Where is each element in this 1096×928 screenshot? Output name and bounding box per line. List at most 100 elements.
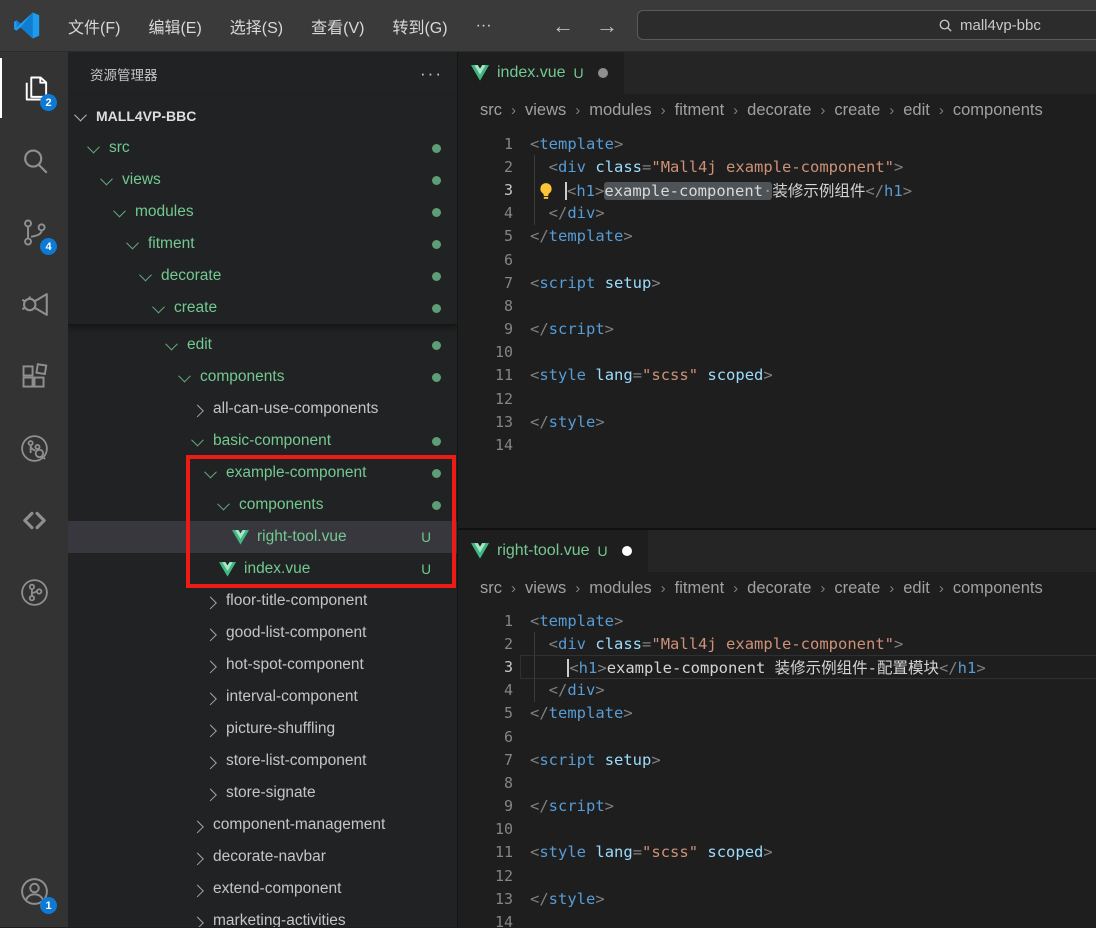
code-line-11[interactable]: 11<style lang="scss" scoped> — [458, 841, 1096, 864]
code-line-6[interactable]: 6 — [458, 725, 1096, 748]
breadcrumb-src[interactable]: src — [480, 579, 502, 598]
code-line-9[interactable]: 9</script> — [458, 318, 1096, 341]
tree-row-decorate[interactable]: decorate — [68, 260, 457, 292]
code-line-8[interactable]: 8 — [458, 771, 1096, 794]
tree-row-modules[interactable]: modules — [68, 196, 457, 228]
tree-row-src[interactable]: src — [68, 132, 457, 164]
line-number: 12 — [458, 867, 513, 885]
line-number: 5 — [458, 704, 513, 722]
lightbulb-icon[interactable] — [536, 182, 556, 200]
tree-row-hot-spot-component[interactable]: hot-spot-component — [68, 649, 457, 681]
breadcrumb-create[interactable]: create — [834, 579, 880, 598]
run-debug-icon[interactable] — [0, 268, 68, 340]
tree-row-floor-title-component[interactable]: floor-title-component — [68, 585, 457, 617]
tree-row-store-list-component[interactable]: store-list-component — [68, 745, 457, 777]
breadcrumb-fitment[interactable]: fitment — [675, 101, 725, 120]
breadcrumb-views[interactable]: views — [525, 101, 566, 120]
tree-row-store-signate[interactable]: store-signate — [68, 777, 457, 809]
tree-row-views[interactable]: views — [68, 164, 457, 196]
code-line-8[interactable]: 8 — [458, 294, 1096, 317]
search-icon[interactable] — [0, 124, 68, 196]
tree-row-extend-component[interactable]: extend-component — [68, 873, 457, 905]
tree-row-create[interactable]: create — [68, 292, 457, 324]
code-line-1[interactable]: 1<template> — [458, 609, 1096, 632]
code-line-5[interactable]: 5</template> — [458, 702, 1096, 725]
code-line-11[interactable]: 11<style lang="scss" scoped> — [458, 364, 1096, 387]
breadcrumb-fitment[interactable]: fitment — [675, 579, 725, 598]
code-line-14[interactable]: 14 — [458, 910, 1096, 928]
tree-row-marketing-activities[interactable]: marketing-activities — [68, 905, 457, 927]
tree-row-picture-shuffling[interactable]: picture-shuffling — [68, 713, 457, 745]
breadcrumb-modules[interactable]: modules — [589, 101, 651, 120]
code-tags-icon[interactable] — [0, 484, 68, 556]
extensions-icon[interactable] — [0, 340, 68, 412]
breadcrumb-edit[interactable]: edit — [903, 579, 930, 598]
code-line-9[interactable]: 9</script> — [458, 795, 1096, 818]
source-control-icon[interactable]: 4 — [0, 196, 68, 268]
code-line-3[interactable]: 3 <h1>example-component 装修示例组件-配置模块</h1> — [458, 655, 1096, 678]
tree-row-basic-component[interactable]: basic-component — [68, 425, 457, 457]
code-line-10[interactable]: 10 — [458, 818, 1096, 841]
tree-label: basic-component — [213, 432, 331, 450]
tree-label: extend-component — [213, 880, 341, 898]
tree-row-MALL4VP-BBC[interactable]: MALL4VP-BBC — [68, 100, 457, 132]
code-line-6[interactable]: 6 — [458, 248, 1096, 271]
code-line-14[interactable]: 14 — [458, 433, 1096, 456]
line-number: 3 — [458, 181, 513, 199]
accounts-icon[interactable]: 1 — [0, 855, 68, 927]
tab-index-vue[interactable]: index.vue U — [458, 52, 624, 94]
gitlens-icon[interactable] — [0, 412, 68, 484]
breadcrumb-create[interactable]: create — [834, 101, 880, 120]
unsaved-changes-dot[interactable] — [598, 68, 608, 78]
tree-row-fitment[interactable]: fitment — [68, 228, 457, 260]
code-line-13[interactable]: 13</style> — [458, 887, 1096, 910]
tree-row-edit[interactable]: edit — [68, 329, 457, 361]
breadcrumb-decorate[interactable]: decorate — [747, 579, 811, 598]
menu-item-2[interactable]: 编辑(E) — [134, 8, 215, 44]
breadcrumb-edit[interactable]: edit — [903, 101, 930, 120]
line-number: 4 — [458, 204, 513, 222]
breadcrumb-views[interactable]: views — [525, 579, 566, 598]
code-line-5[interactable]: 5</template> — [458, 225, 1096, 248]
menu-item-6[interactable]: ··· — [462, 11, 506, 41]
code-line-3[interactable]: 3<h1>example-component·装修示例组件</h1> — [458, 178, 1096, 201]
code-line-4[interactable]: 4 </div> — [458, 202, 1096, 225]
code-line-2[interactable]: 2 <div class="Mall4j example-component"> — [458, 155, 1096, 178]
code-line-10[interactable]: 10 — [458, 341, 1096, 364]
code-line-7[interactable]: 7<script setup> — [458, 748, 1096, 771]
command-center-search[interactable]: mall4vp-bbc — [637, 10, 1096, 40]
git-graph-icon[interactable] — [0, 556, 68, 628]
breadcrumb-components[interactable]: components — [953, 579, 1043, 598]
breadcrumb-decorate[interactable]: decorate — [747, 101, 811, 120]
tree-row-component-management[interactable]: component-management — [68, 809, 457, 841]
menu-item-1[interactable]: 文件(F) — [54, 8, 134, 44]
forward-arrow-button[interactable]: → — [596, 15, 618, 37]
line-number: 10 — [458, 343, 513, 361]
code-line-4[interactable]: 4 </div> — [458, 679, 1096, 702]
tree-row-decorate-navbar[interactable]: decorate-navbar — [68, 841, 457, 873]
chevron-right-icon — [204, 628, 217, 641]
unsaved-changes-dot[interactable] — [622, 546, 632, 556]
accounts-badge: 1 — [40, 897, 57, 914]
code-line-2[interactable]: 2 <div class="Mall4j example-component"> — [458, 632, 1096, 655]
tree-row-good-list-component[interactable]: good-list-component — [68, 617, 457, 649]
vscode-logo-icon — [13, 12, 40, 39]
code-line-12[interactable]: 12 — [458, 864, 1096, 887]
code-line-13[interactable]: 13</style> — [458, 410, 1096, 433]
breadcrumb-src[interactable]: src — [480, 101, 502, 120]
tab-right-tool-vue[interactable]: right-tool.vue U — [458, 530, 648, 572]
menu-item-3[interactable]: 选择(S) — [216, 8, 297, 44]
code-line-12[interactable]: 12 — [458, 387, 1096, 410]
code-line-7[interactable]: 7<script setup> — [458, 271, 1096, 294]
tree-row-interval-component[interactable]: interval-component — [68, 681, 457, 713]
explorer-icon[interactable]: 2 — [0, 52, 68, 124]
menu-item-4[interactable]: 查看(V) — [297, 8, 378, 44]
explorer-actions-button[interactable]: ··· — [420, 64, 443, 84]
breadcrumb-components[interactable]: components — [953, 101, 1043, 120]
breadcrumb-modules[interactable]: modules — [589, 579, 651, 598]
tree-row-all-can-use-components[interactable]: all-can-use-components — [68, 393, 457, 425]
code-line-1[interactable]: 1<template> — [458, 132, 1096, 155]
menu-item-5[interactable]: 转到(G) — [378, 8, 461, 44]
back-arrow-button[interactable]: ← — [552, 15, 574, 37]
tree-row-components[interactable]: components — [68, 361, 457, 393]
